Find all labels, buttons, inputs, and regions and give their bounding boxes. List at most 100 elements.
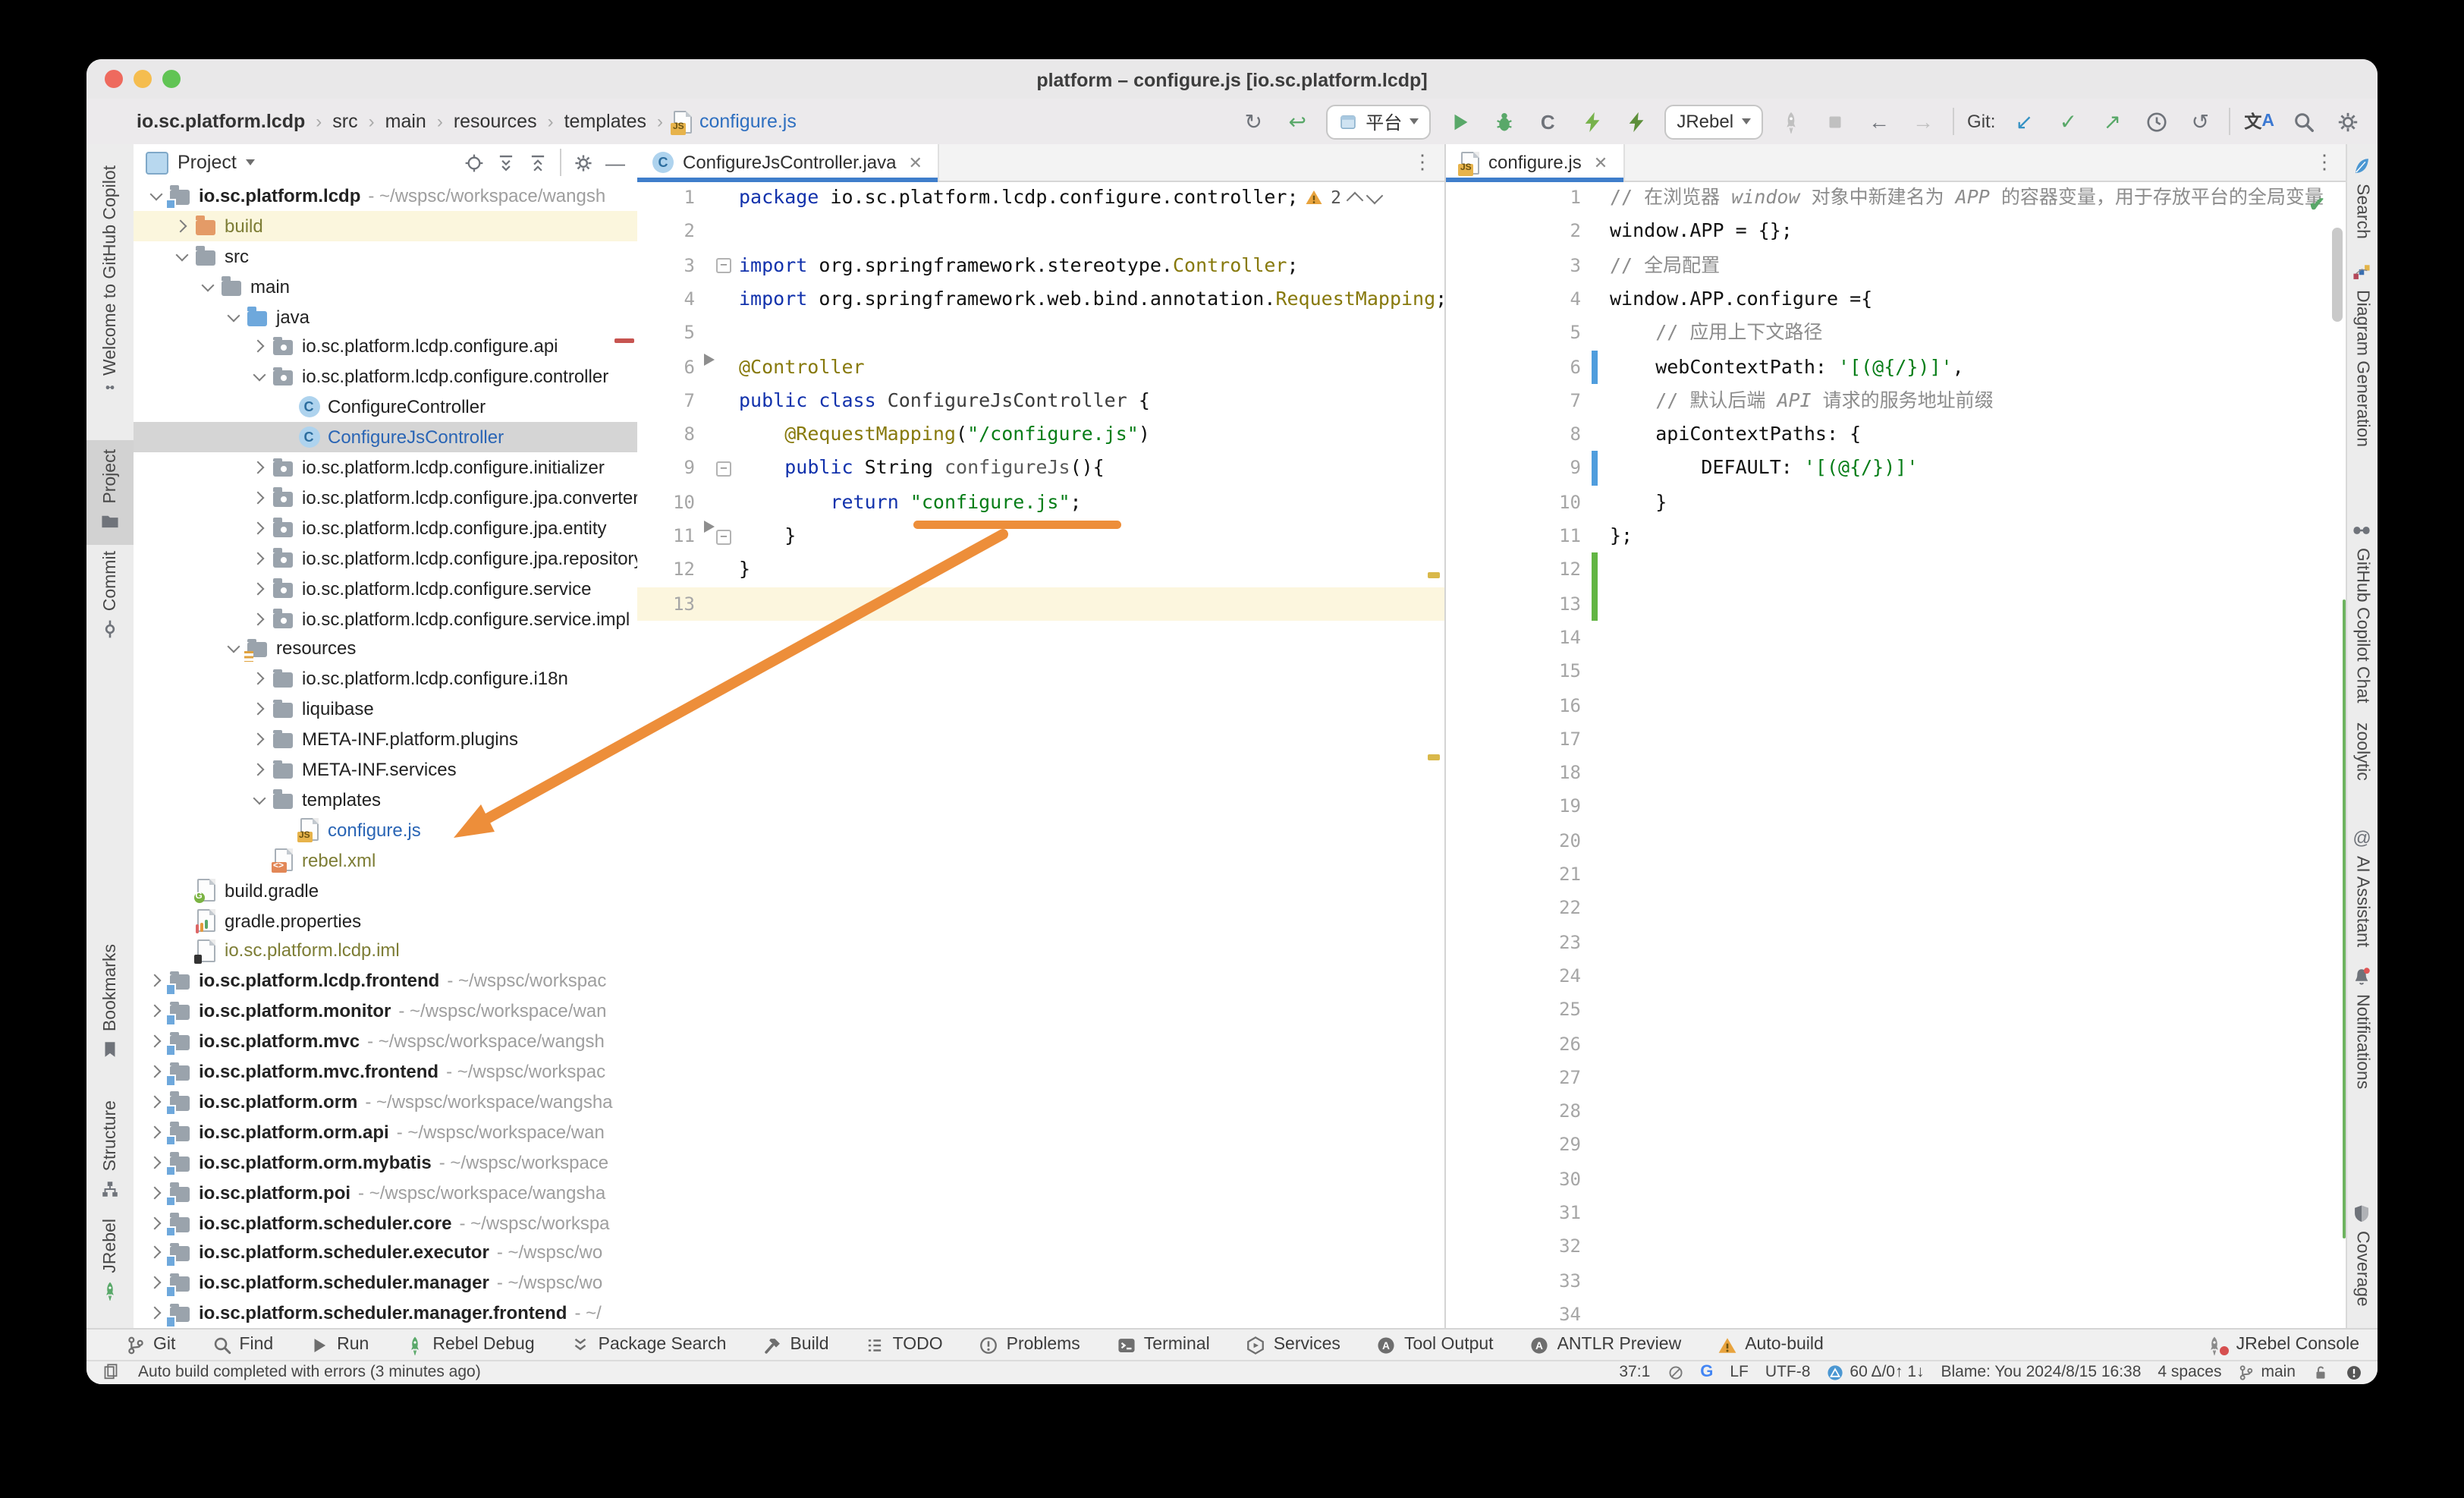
tree-item-io-sc-platform-orm[interactable]: io.sc.platform.orm- ~/wspsc/workspace/wa…	[134, 1087, 637, 1117]
line-number[interactable]: 13	[643, 587, 695, 621]
breadcrumb-item-templates[interactable]: templates	[564, 111, 646, 132]
undo-button[interactable]: ↺	[2185, 106, 2215, 137]
breadcrumb-item-main[interactable]: main	[385, 111, 426, 132]
java-code-area[interactable]: 1package io.sc.platform.lcdp.configure.c…	[637, 181, 1444, 1329]
file-encoding[interactable]: UTF-8	[1765, 1364, 1811, 1382]
tree-item-io-sc-platform-lcdp-configure-controller[interactable]: io.sc.platform.lcdp.configure.controller	[134, 362, 637, 392]
breadcrumb-item-resources[interactable]: resources	[454, 111, 537, 132]
tree-chevron-icon[interactable]	[249, 493, 269, 502]
tree-item-io-sc-platform-lcdp-configure-service-impl[interactable]: io.sc.platform.lcdp.configure.service.im…	[134, 603, 637, 634]
tree-item-io-sc-platform-lcdp-configure-service[interactable]: io.sc.platform.lcdp.configure.service	[134, 573, 637, 603]
line-number[interactable]: 10	[643, 485, 695, 519]
sidebar-item-welcome-to-github-copilot[interactable]: Welcome to GitHub Copilot	[86, 165, 134, 393]
tree-chevron-icon[interactable]	[223, 646, 243, 652]
toolwindow-button-problems[interactable]: Problems	[961, 1329, 1098, 1361]
tree-chevron-icon[interactable]	[146, 1308, 165, 1317]
tree-chevron-icon[interactable]	[146, 1279, 165, 1288]
inspections-widget[interactable]: 2	[1305, 181, 1381, 215]
tree-chevron-icon[interactable]	[146, 1067, 165, 1076]
toolwindow-button-find[interactable]: Find	[193, 1329, 291, 1361]
tree-chevron-icon[interactable]	[146, 1188, 165, 1197]
google-icon[interactable]: G	[1700, 1364, 1713, 1382]
js-code-area[interactable]: 1// 在浏览器 window 对象中新建名为 APP 的容器变量，用于存放平台…	[1446, 181, 2346, 1329]
sidebar-item-bookmarks[interactable]: Bookmarks	[86, 944, 134, 1081]
tree-item-resources[interactable]: resources	[134, 634, 637, 664]
tree-chevron-icon[interactable]	[197, 283, 217, 289]
scrollbar-thumb[interactable]	[2331, 228, 2342, 322]
tree-item-io-sc-platform-lcdp-configure-jpa-converter[interactable]: io.sc.platform.lcdp.configure.jpa.conver…	[134, 483, 637, 513]
tree-item-rebel-xml[interactable]: <>rebel.xml	[134, 845, 637, 876]
tree-item-io-sc-platform-scheduler-core[interactable]: io.sc.platform.scheduler.core- ~/wspsc/w…	[134, 1207, 637, 1238]
tab-configurejscontroller-java[interactable]: C ConfigureJsController.java ✕	[637, 144, 939, 181]
tree-chevron-icon[interactable]	[249, 675, 269, 684]
line-number[interactable]: 7	[643, 384, 695, 418]
run-coverage-button[interactable]: C	[1532, 106, 1563, 137]
toolwindow-button-rebel-debug[interactable]: Rebel Debug	[387, 1329, 552, 1361]
line-number[interactable]: 22	[1529, 892, 1581, 926]
layout-icon[interactable]	[102, 1363, 120, 1381]
toolwindow-button-git[interactable]: Git	[108, 1329, 193, 1361]
notifications-icon[interactable]	[2346, 1364, 2362, 1381]
indent-config[interactable]: 4 spaces	[2158, 1364, 2221, 1382]
jrebel-run-button[interactable]	[1576, 106, 1607, 137]
line-number[interactable]: 19	[1529, 790, 1581, 824]
sidebar-item-jrebel[interactable]: JRebel	[86, 1219, 134, 1310]
tree-item-configurejscontroller[interactable]: CConfigureJsController	[134, 422, 637, 452]
line-number[interactable]: 15	[1529, 654, 1581, 688]
tree-chevron-icon[interactable]	[146, 1097, 165, 1106]
breadcrumb-item-io-sc-platform-lcdp[interactable]: io.sc.platform.lcdp	[137, 111, 305, 132]
sidebar-item-diagram-generation[interactable]: Diagram Generation	[2346, 263, 2378, 490]
tree-item-templates[interactable]: templates	[134, 785, 637, 815]
line-number[interactable]: 11	[643, 519, 695, 553]
toolwindow-button-jrebel-console[interactable]: JRebel Console	[2195, 1329, 2368, 1361]
toolwindow-button-build[interactable]: Build	[744, 1329, 847, 1361]
tree-item-io-sc-platform-lcdp-configure-jpa-entity[interactable]: io.sc.platform.lcdp.configure.jpa.entity	[134, 513, 637, 543]
locate-file-icon[interactable]	[464, 153, 484, 172]
line-number[interactable]: 12	[1529, 553, 1581, 587]
stop-button[interactable]	[1820, 106, 1850, 137]
tree-chevron-icon[interactable]	[171, 253, 191, 259]
line-number[interactable]: 5	[643, 316, 695, 350]
editor-options-kebab-icon[interactable]: ⋮	[2315, 144, 2334, 181]
tree-chevron-icon[interactable]	[146, 1037, 165, 1046]
fold-icon[interactable]: −	[716, 529, 731, 544]
tree-item-io-sc-platform-monitor[interactable]: io.sc.platform.monitor- ~/wspsc/workspac…	[134, 996, 637, 1027]
line-number[interactable]: 8	[643, 417, 695, 452]
tree-item-io-sc-platform-mvc-frontend[interactable]: io.sc.platform.mvc.frontend- ~/wspsc/wor…	[134, 1056, 637, 1087]
chevron-down-icon[interactable]	[246, 159, 255, 165]
jrebel-combo[interactable]: JRebel	[1664, 104, 1762, 139]
line-number[interactable]: 16	[1529, 688, 1581, 722]
line-number[interactable]: 11	[1529, 519, 1581, 553]
line-number[interactable]: 31	[1529, 1196, 1581, 1230]
line-number[interactable]: 10	[1529, 485, 1581, 519]
settings-button[interactable]	[2332, 106, 2362, 137]
tree-item-io-sc-platform-scheduler-manager[interactable]: io.sc.platform.scheduler.manager- ~/wsps…	[134, 1268, 637, 1298]
close-tab-icon[interactable]: ✕	[1594, 153, 1608, 172]
sidebar-item-search[interactable]: Search	[2346, 156, 2378, 244]
tree-chevron-icon[interactable]	[249, 584, 269, 593]
run-config-combo[interactable]: 平台	[1326, 104, 1431, 139]
sync-icon[interactable]: ↻	[1238, 106, 1268, 137]
tree-item-build[interactable]: build	[134, 211, 637, 241]
tree-item-java[interactable]: java	[134, 301, 637, 332]
status-message[interactable]: Auto build completed with errors (3 minu…	[138, 1361, 481, 1384]
toolwindow-button-antlr-preview[interactable]: ANTLR Preview	[1512, 1329, 1700, 1361]
tree-chevron-icon[interactable]	[171, 222, 191, 231]
line-number[interactable]: 4	[643, 282, 695, 316]
toolwindow-button-services[interactable]: Services	[1228, 1329, 1359, 1361]
line-number[interactable]: 6	[643, 350, 695, 384]
tree-chevron-icon[interactable]	[249, 553, 269, 562]
git-push-button[interactable]: ↗	[2097, 106, 2127, 137]
prev-problem-icon[interactable]	[1347, 192, 1364, 209]
tree-chevron-icon[interactable]	[249, 735, 269, 744]
rollback-icon[interactable]: ↩	[1282, 106, 1312, 137]
tree-item-io-sc-platform-mvc[interactable]: io.sc.platform.mvc- ~/wspsc/workspace/wa…	[134, 1026, 637, 1056]
tree-chevron-icon[interactable]	[249, 463, 269, 472]
debug-button[interactable]	[1488, 106, 1519, 137]
tree-item-main[interactable]: main	[134, 271, 637, 301]
search-everywhere-button[interactable]	[2288, 106, 2318, 137]
tree-chevron-icon[interactable]	[249, 342, 269, 351]
tree-chevron-icon[interactable]	[146, 1218, 165, 1227]
close-tab-icon[interactable]: ✕	[909, 153, 922, 172]
expand-all-icon[interactable]	[496, 153, 516, 172]
